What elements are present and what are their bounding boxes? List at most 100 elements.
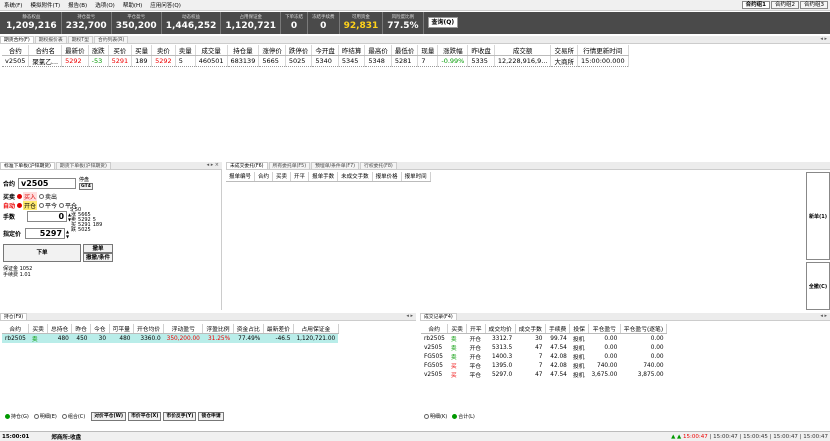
order-tab-arrows[interactable]: ◂ ▸ × (207, 161, 222, 169)
query-button[interactable]: 查询(Q) (427, 17, 459, 28)
gt-button[interactable]: GT4 (79, 183, 93, 190)
market-reverse-button[interactable]: 市价反手(Y) (163, 412, 197, 421)
pending-header[interactable]: 报单手数 (308, 172, 339, 182)
quote-header[interactable]: 行情更新时间 (577, 45, 629, 56)
account-tab-2[interactable]: 合约组2 (771, 1, 799, 9)
close-today-radio[interactable] (39, 203, 45, 208)
quote-header[interactable]: 卖量 (175, 45, 196, 56)
quote-header[interactable]: 最高价 (364, 45, 392, 56)
cancel-all-button[interactable]: 全撤(C) (806, 262, 830, 310)
trade-row[interactable]: rb2505 卖 开仓 3312.7 30 99.74 投机 0.00 0.00 (421, 334, 667, 344)
trade-header[interactable]: 平仓盈亏 (588, 324, 621, 334)
tab-futures-order[interactable]: 期货下单板(沪锌期货) (55, 162, 111, 169)
menu-tools[interactable]: 模拟附件(T) (26, 1, 64, 9)
sell-radio[interactable] (39, 194, 45, 199)
tab-scroll-arrows[interactable]: ◂ ▸ (820, 35, 830, 43)
trade-header[interactable]: 成交均价 (485, 324, 516, 334)
pending-header[interactable]: 报单编号 (226, 172, 256, 182)
trade-header[interactable]: 买卖 (447, 324, 467, 334)
quote-header[interactable]: 涨停价 (258, 45, 286, 56)
tab-all-orders[interactable]: 所有委托单(F5) (268, 162, 311, 169)
quote-header[interactable]: 成交额 (494, 45, 552, 56)
tab-standard-order[interactable]: 标准下单板(沪锌期货) (0, 162, 55, 169)
auto-label[interactable]: 自动 (3, 201, 15, 210)
quote-header[interactable]: 昨收盘 (467, 45, 495, 56)
down-arrow-icon[interactable]: ▼ (66, 234, 69, 239)
tab-futures-contracts[interactable]: 期货合约(F) (0, 36, 34, 43)
price-stepper[interactable]: ▲ ▼ (66, 229, 69, 239)
lock-apply-button[interactable]: 锁仓申请 (198, 412, 224, 421)
position-header[interactable]: 买卖 (28, 324, 48, 334)
quote-header[interactable]: 最低价 (391, 45, 419, 56)
contract-input[interactable]: v2505 (18, 177, 77, 189)
trade-row[interactable]: FG505 卖 开仓 1400.3 7 42.08 投机 0.00 0.00 (421, 352, 667, 362)
position-header[interactable]: 浮动盈亏 (163, 324, 204, 334)
trade-header[interactable]: 开平 (466, 324, 486, 334)
quote-header[interactable]: 最新价 (61, 45, 89, 56)
quote-header[interactable]: 交易所 (550, 45, 578, 56)
quote-header[interactable]: 今开盘 (311, 45, 339, 56)
order-button[interactable]: 下单 (3, 244, 81, 262)
menu-report[interactable]: 报告(B) (64, 1, 91, 9)
quote-header[interactable]: 成交量 (195, 45, 228, 56)
trade-header[interactable]: 成交手数 (515, 324, 546, 334)
trades-arrows[interactable]: ◂ ▸ (820, 312, 830, 320)
sell-label[interactable]: 卖出 (45, 192, 57, 201)
position-header[interactable]: 昨仓 (71, 324, 91, 334)
tab-unfilled[interactable]: 未成交委托(F6) (226, 162, 268, 169)
trade-row[interactable]: FG505 买 平仓 1395.0 7 42.08 投机 740.00 740.00 (421, 361, 667, 371)
quote-header[interactable]: 合约 (2, 45, 30, 56)
pending-header[interactable]: 买卖 (272, 172, 292, 182)
tab-option-t[interactable]: 期权T型 (67, 36, 94, 43)
position-header[interactable]: 最新差价 (263, 324, 294, 334)
tab-trades[interactable]: 成交记录(F4) (420, 313, 457, 320)
cancel-order-button[interactable]: 撤单 (83, 244, 113, 253)
menu-system[interactable]: 系统(F) (0, 1, 26, 9)
ladder-row[interactable]: 跌 5025 (70, 228, 103, 233)
menu-options[interactable]: 选项(O) (91, 1, 119, 9)
pending-header[interactable]: 开平 (290, 172, 310, 182)
open-label[interactable]: 开仓 (23, 201, 38, 210)
pending-header[interactable]: 未成交手数 (337, 172, 373, 182)
menu-help[interactable]: 帮助(H) (119, 1, 146, 9)
trade-row[interactable]: v2505 卖 开仓 5313.5 47 47.54 投机 0.00 0.00 (421, 343, 667, 353)
pending-header[interactable]: 报单价格 (372, 172, 402, 182)
position-header[interactable]: 资金占比 (233, 324, 264, 334)
price-input[interactable]: 5297 (25, 228, 66, 239)
counter-close-button[interactable]: 对价平仓(W) (91, 412, 127, 421)
tab-contract-list[interactable]: 合约列表(R) (94, 36, 129, 43)
position-header[interactable]: 今仓 (90, 324, 110, 334)
position-header[interactable]: 开仓均价 (133, 324, 165, 334)
condition-button[interactable]: 撤撤/条件 (83, 253, 113, 262)
position-header[interactable]: 总持仓 (47, 324, 73, 334)
position-header[interactable]: 占用保证金 (293, 324, 339, 334)
quote-header[interactable]: 持仓量 (227, 45, 260, 56)
trade-row[interactable]: v2505 买 平仓 5297.0 47 47.54 投机 3,675.00 3,875.00 (421, 370, 667, 380)
quote-header[interactable]: 现量 (417, 45, 439, 56)
position-header[interactable]: 可平量 (109, 324, 134, 334)
trade-header[interactable]: 合约 (421, 324, 449, 334)
quote-header[interactable]: 昨结算 (338, 45, 366, 56)
tab-positions[interactable]: 持仓(F9) (0, 313, 28, 320)
lock-label[interactable]: 停盘 (79, 176, 93, 183)
trade-header[interactable]: 手续费 (545, 324, 571, 334)
buy-label[interactable]: 买入 (23, 192, 38, 201)
quote-header[interactable]: 买价 (108, 45, 133, 56)
trade-sum-radio[interactable] (452, 414, 458, 419)
quote-header[interactable]: 卖价 (151, 45, 176, 56)
tab-exercise[interactable]: 行权委托(F8) (360, 162, 397, 169)
account-tab-1[interactable]: 合约组1 (741, 1, 770, 9)
menu-qa[interactable]: 应用问答(Q) (146, 1, 185, 9)
quote-header[interactable]: 合约名 (28, 45, 63, 56)
positions-arrows[interactable]: ◂ ▸ (406, 312, 416, 320)
pending-header[interactable]: 报单时间 (401, 172, 431, 182)
open-radio[interactable] (17, 203, 23, 208)
filter-position-radio[interactable] (5, 414, 10, 419)
market-close-button[interactable]: 市价平仓(X) (128, 412, 162, 421)
quote-header[interactable]: 涨跌幅 (437, 45, 469, 56)
tab-option-quotes[interactable]: 期权报价表 (34, 36, 67, 43)
position-header[interactable]: 合约 (2, 324, 30, 334)
tab-conditional[interactable]: 预埋单/条件单(F7) (311, 162, 360, 169)
quote-header[interactable]: 买量 (131, 45, 153, 56)
filter-detail-radio[interactable] (33, 414, 39, 419)
